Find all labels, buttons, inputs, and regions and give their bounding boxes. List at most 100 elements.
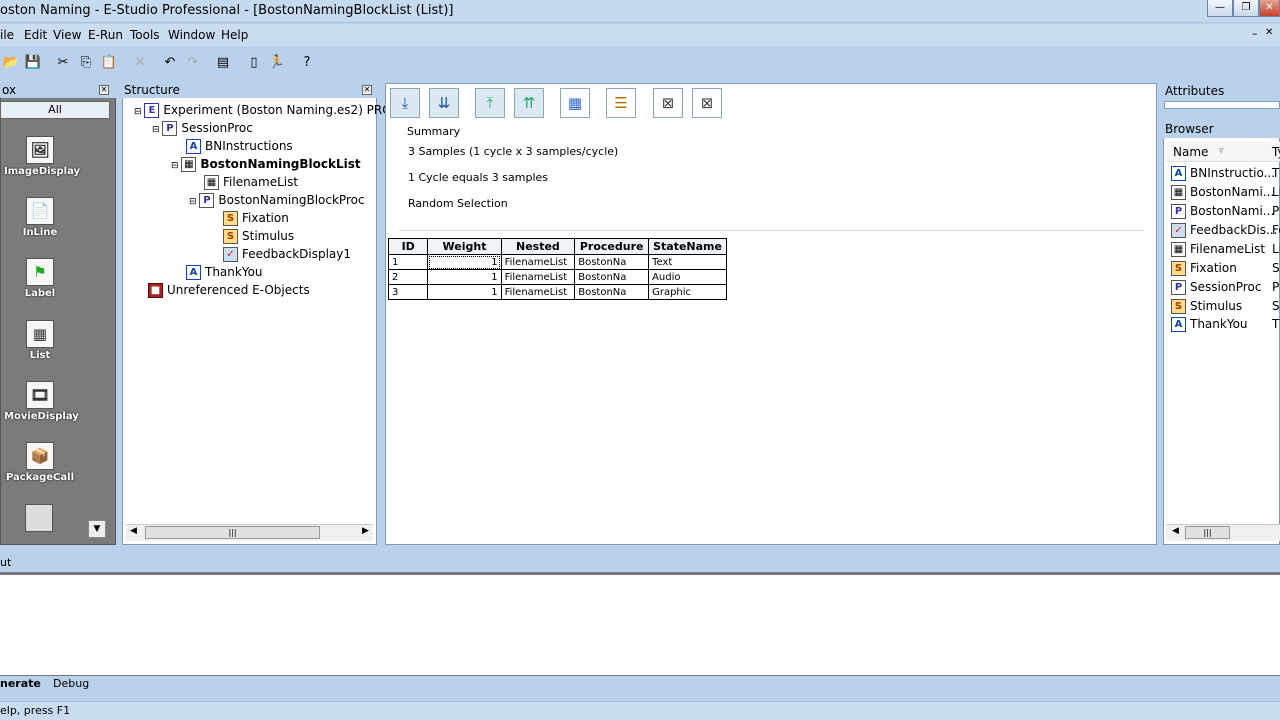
minimize-button[interactable]: — bbox=[1207, 0, 1233, 17]
list-icon: ▦ bbox=[1171, 242, 1186, 257]
tree-item-experiment[interactable]: ⊟ E Experiment (Boston Naming.es2) PROFE bbox=[134, 101, 406, 119]
cell-nested[interactable]: FilenameList bbox=[500, 284, 576, 300]
menu-edit[interactable]: Edit bbox=[24, 28, 47, 42]
undo-icon[interactable]: ↶ bbox=[161, 54, 179, 72]
cell-weight[interactable]: 1 bbox=[427, 269, 502, 285]
tree-item-filenamelist[interactable]: ▦ FilenameList bbox=[204, 173, 298, 191]
tree-item-sessionproc[interactable]: ⊟ P SessionProc bbox=[152, 119, 253, 137]
toolbox-item-imagedisplay[interactable]: 🖼 ImageDisplay bbox=[4, 136, 80, 177]
paste-icon[interactable]: 📋 bbox=[100, 54, 118, 72]
remove-attribute-icon[interactable]: ⊠ bbox=[692, 88, 722, 118]
scroll-right-icon[interactable]: ▶ bbox=[362, 526, 369, 536]
browser-row[interactable]: S Stimulus bbox=[1171, 297, 1242, 316]
toolbox-item-moviedisplay[interactable]: 🎞 MovieDisplay bbox=[4, 381, 79, 422]
tree-item-bostonnamingblocklist[interactable]: ⊟ ▦ BostonNamingBlockList bbox=[171, 155, 361, 173]
browser-row[interactable]: P SessionProc bbox=[1171, 278, 1261, 297]
toolbox-close-icon[interactable]: ✕ bbox=[99, 85, 109, 95]
menu-view[interactable]: View bbox=[53, 28, 81, 42]
browser-row[interactable]: P BostonNami... bbox=[1171, 202, 1274, 221]
browser-row[interactable]: ▦ BostonNami... bbox=[1171, 183, 1274, 202]
remove-level-icon[interactable]: ⊠ bbox=[653, 88, 683, 118]
cell-procedure[interactable]: BostonNa bbox=[574, 284, 650, 300]
cell-statename[interactable]: Text bbox=[648, 254, 727, 270]
list-icon: ▦ bbox=[181, 157, 197, 172]
browser-column-type[interactable]: Ty bbox=[1272, 145, 1280, 159]
cut-icon[interactable]: ✂ bbox=[54, 54, 72, 72]
sort-filter-icon[interactable]: ▿ bbox=[1219, 146, 1224, 156]
toolbox-item-list[interactable]: ▦ List bbox=[4, 320, 76, 361]
summary-toggle-icon[interactable]: ☰ bbox=[606, 88, 636, 118]
help-question-icon[interactable]: ? bbox=[298, 54, 316, 72]
scroll-left-icon[interactable]: ◀ bbox=[1172, 526, 1179, 536]
column-header-procedure[interactable]: Procedure bbox=[574, 238, 650, 255]
table-row[interactable]: 2 1 FilenameList BostonNa Audio bbox=[387, 269, 727, 285]
column-header-nested[interactable]: Nested bbox=[500, 238, 576, 255]
add-level-icon[interactable]: ⤓ bbox=[390, 88, 420, 118]
properties-icon[interactable]: ▤ bbox=[214, 54, 232, 72]
new-document-icon[interactable]: ▯ bbox=[245, 54, 263, 72]
cell-id[interactable]: 1 bbox=[387, 254, 429, 270]
child-minimize-button[interactable]: – bbox=[1252, 27, 1258, 40]
add-multiple-attributes-icon[interactable]: ⇈ bbox=[514, 88, 544, 118]
toolbox-next-item-icon[interactable] bbox=[25, 504, 53, 532]
column-header-statename[interactable]: StateName bbox=[648, 238, 727, 255]
cell-id[interactable]: 3 bbox=[387, 284, 429, 300]
tree-item-bninstructions[interactable]: A BNInstructions bbox=[186, 137, 293, 155]
table-row[interactable]: 1 1 FilenameList BostonNa Text bbox=[387, 254, 727, 270]
child-close-button[interactable]: ✕ bbox=[1265, 27, 1273, 38]
tree-item-bostonnamingblockproc[interactable]: ⊟ P BostonNamingBlockProc bbox=[189, 191, 365, 209]
cell-statename[interactable]: Graphic bbox=[648, 284, 727, 300]
browser-row[interactable]: ✓ FeedbackDis... bbox=[1171, 221, 1277, 240]
add-attribute-icon[interactable]: ⤒ bbox=[475, 88, 505, 118]
open-icon[interactable]: 📂 bbox=[2, 54, 20, 72]
cell-weight[interactable]: 1 bbox=[427, 284, 502, 300]
toolbox-scroll-down-icon[interactable]: ▼ bbox=[88, 520, 106, 538]
structure-close-icon[interactable]: ✕ bbox=[362, 85, 372, 95]
toolbox-item-inline[interactable]: 📄 InLine bbox=[4, 197, 76, 238]
browser-type-cell: Sl bbox=[1272, 299, 1280, 313]
tree-item-unreferenced[interactable]: ■ Unreferenced E-Objects bbox=[148, 281, 310, 299]
menu-tools[interactable]: Tools bbox=[130, 28, 160, 42]
menu-window[interactable]: Window bbox=[168, 28, 215, 42]
save-icon[interactable]: 💾 bbox=[24, 54, 42, 72]
tree-item-stimulus[interactable]: S Stimulus bbox=[223, 227, 294, 245]
browser-row[interactable]: A ThankYou bbox=[1171, 315, 1248, 334]
image-display-icon: 🖼 bbox=[26, 136, 54, 164]
tree-item-fixation[interactable]: S Fixation bbox=[223, 209, 289, 227]
delete-icon[interactable]: ✕ bbox=[131, 54, 149, 72]
toolbox-item-label[interactable]: ⚑ Label bbox=[4, 258, 76, 299]
table-row[interactable]: 3 1 FilenameList BostonNa Graphic bbox=[387, 284, 727, 300]
browser-row[interactable]: A BNInstructio... bbox=[1171, 164, 1275, 183]
menu-erun[interactable]: E-Run bbox=[88, 28, 123, 42]
column-header-weight[interactable]: Weight bbox=[427, 238, 502, 255]
browser-scroll-thumb[interactable]: ||| bbox=[1185, 526, 1230, 539]
redo-icon[interactable]: ↷ bbox=[184, 54, 202, 72]
toolbox-all-tab[interactable]: All bbox=[0, 101, 110, 119]
run-icon[interactable]: 🏃 bbox=[268, 54, 286, 72]
maximize-button[interactable]: ❐ bbox=[1233, 0, 1259, 17]
cell-statename[interactable]: Audio bbox=[648, 269, 727, 285]
cell-nested[interactable]: FilenameList bbox=[500, 269, 576, 285]
toolbox-item-packagecall[interactable]: 📦 PackageCall bbox=[4, 442, 76, 483]
scroll-left-icon[interactable]: ◀ bbox=[130, 526, 137, 536]
tree-item-thankyou[interactable]: A ThankYou bbox=[186, 263, 263, 281]
cell-id[interactable]: 2 bbox=[387, 269, 429, 285]
tab-debug[interactable]: Debug bbox=[53, 677, 89, 690]
browser-row[interactable]: ▦ FilenameList bbox=[1171, 240, 1265, 259]
tab-generate[interactable]: nerate bbox=[0, 677, 41, 690]
add-multiple-levels-icon[interactable]: ⇊ bbox=[429, 88, 459, 118]
cell-weight[interactable]: 1 bbox=[427, 254, 502, 270]
column-header-id[interactable]: ID bbox=[387, 238, 429, 255]
menu-help[interactable]: Help bbox=[221, 28, 248, 42]
menu-file[interactable]: ile bbox=[0, 28, 14, 42]
tree-item-feedbackdisplay1[interactable]: ✓ FeedbackDisplay1 bbox=[223, 245, 351, 263]
browser-column-name[interactable]: Name bbox=[1173, 145, 1208, 159]
cell-nested[interactable]: FilenameList bbox=[500, 254, 576, 270]
structure-scroll-thumb[interactable]: ||| bbox=[145, 526, 320, 539]
cell-procedure[interactable]: BostonNa bbox=[574, 254, 650, 270]
cell-procedure[interactable]: BostonNa bbox=[574, 269, 650, 285]
copy-icon[interactable]: ⎘ bbox=[77, 54, 95, 72]
properties-grid-icon[interactable]: ▦ bbox=[560, 88, 590, 118]
close-button[interactable]: ✕ bbox=[1259, 0, 1280, 17]
browser-row[interactable]: S Fixation bbox=[1171, 259, 1237, 278]
